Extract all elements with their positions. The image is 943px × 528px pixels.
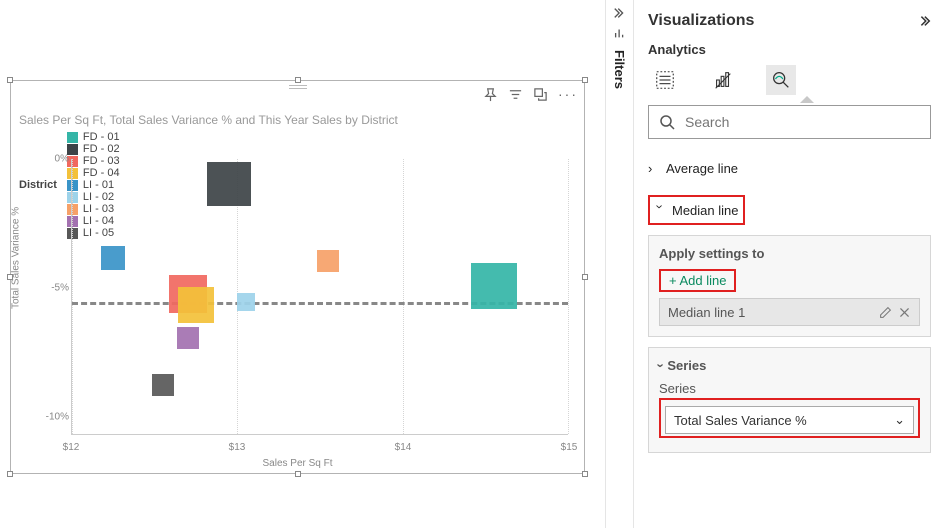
series-card: › Series Series Total Sales Variance % ⌄ — [648, 347, 931, 453]
data-point[interactable] — [101, 246, 125, 270]
series-section-header[interactable]: › Series — [659, 358, 920, 373]
line-item-name: Median line 1 — [668, 305, 745, 320]
data-point[interactable] — [317, 250, 339, 272]
legend-item[interactable]: FD - 02 — [67, 143, 120, 155]
apply-settings-label: Apply settings to — [659, 246, 920, 261]
average-line-section[interactable]: › Average line — [648, 153, 931, 183]
pin-icon[interactable] — [483, 87, 498, 102]
median-line-item[interactable]: Median line 1 — [659, 298, 920, 326]
chevron-down-icon: ⌄ — [894, 412, 905, 428]
close-icon[interactable] — [898, 306, 911, 319]
format-visual-tab-icon[interactable] — [708, 65, 738, 95]
x-tick: $12 — [63, 442, 80, 453]
resize-handle[interactable] — [582, 471, 588, 477]
series-dropdown[interactable]: Total Sales Variance % ⌄ — [665, 406, 914, 434]
median-line-section[interactable]: › Median line — [654, 199, 739, 221]
x-tick: $14 — [395, 442, 412, 453]
data-point[interactable] — [237, 293, 255, 311]
series-field-label: Series — [659, 381, 920, 396]
pane-title: Visualizations — [648, 12, 754, 30]
x-axis-label: Sales Per Sq Ft — [262, 458, 332, 469]
legend-item[interactable]: FD - 01 — [67, 131, 120, 143]
x-tick: $13 — [229, 442, 246, 453]
apply-settings-card: Apply settings to + Add line Median line… — [648, 235, 931, 337]
chevron-right-icon[interactable] — [917, 14, 931, 28]
chevron-left-icon[interactable] — [613, 6, 627, 20]
resize-handle[interactable] — [7, 471, 13, 477]
chart-title: Sales Per Sq Ft, Total Sales Variance % … — [11, 107, 584, 131]
average-line-label: Average line — [666, 161, 738, 176]
resize-handle[interactable] — [582, 274, 588, 280]
filters-pane-collapsed[interactable]: Filters — [605, 0, 633, 528]
plot-area — [71, 159, 568, 435]
build-visual-tab-icon[interactable] — [650, 65, 680, 95]
filters-pane-label: Filters — [612, 50, 627, 89]
filter-bars-icon — [613, 26, 627, 40]
chevron-right-icon: › — [648, 161, 660, 176]
data-point[interactable] — [152, 374, 174, 396]
chevron-down-icon: › — [653, 204, 668, 216]
tab-pointer-icon — [800, 96, 814, 103]
chevron-down-icon: › — [654, 363, 669, 367]
add-line-button[interactable]: + Add line — [665, 271, 730, 290]
search-input[interactable] — [683, 113, 920, 131]
search-icon — [659, 114, 675, 130]
visualizations-pane: Visualizations Analytics › Average line … — [633, 0, 943, 528]
y-axis-label: Total Sales Variance % — [11, 207, 22, 309]
search-input-wrap[interactable] — [648, 105, 931, 139]
y-tick: 0% — [41, 154, 69, 165]
data-point[interactable] — [207, 162, 251, 206]
filter-icon[interactable] — [508, 87, 523, 102]
series-selected-value: Total Sales Variance % — [674, 413, 807, 428]
resize-handle[interactable] — [295, 471, 301, 477]
data-point[interactable] — [178, 287, 214, 323]
drag-handle-icon[interactable] — [289, 85, 307, 89]
more-options-icon[interactable]: ··· — [558, 87, 578, 102]
edit-icon[interactable] — [879, 306, 892, 319]
focus-mode-icon[interactable] — [533, 87, 548, 102]
y-tick: -10% — [41, 412, 69, 423]
pane-subtitle: Analytics — [648, 42, 931, 57]
y-tick: -5% — [41, 283, 69, 294]
chart-visual[interactable]: ··· Sales Per Sq Ft, Total Sales Varianc… — [10, 80, 585, 474]
x-tick: $15 — [561, 442, 578, 453]
median-line-label: Median line — [672, 203, 739, 218]
analytics-tab-icon[interactable] — [766, 65, 796, 95]
data-point[interactable] — [471, 263, 517, 309]
report-canvas: ··· Sales Per Sq Ft, Total Sales Varianc… — [0, 0, 605, 528]
data-point[interactable] — [177, 327, 199, 349]
